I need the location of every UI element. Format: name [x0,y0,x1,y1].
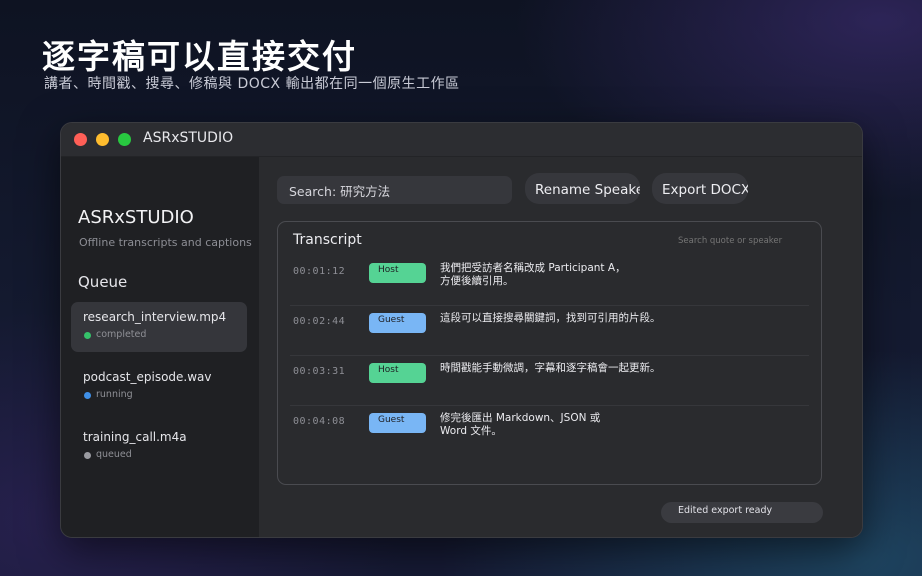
timestamp[interactable]: 00:04:08 [293,416,345,427]
window-title: ASRxSTUDIO [143,130,234,146]
status-dot-icon [84,452,91,459]
queue-item-name: research_interview.mp4 [83,310,227,324]
transcript-search-input[interactable] [678,234,806,248]
timestamp[interactable]: 00:01:12 [293,266,345,277]
queue-heading: Queue [78,273,128,291]
app-window: ASRxSTUDIO ASRxSTUDIO Offline transcript… [60,122,863,538]
status-dot-icon [84,332,91,339]
utterance-text[interactable]: 時間戳能手動微調，字幕和逐字稿會一起更新。 [440,362,680,375]
queue-item-status: queued [96,449,132,460]
queue-item-name: training_call.m4a [83,430,187,444]
hero-title: 逐字稿可以直接交付 [42,37,357,76]
hero-subtitle: 講者、時間戳、搜尋、修稿與 DOCX 輸出都在同一個原生工作區 [44,76,460,92]
utterance-text[interactable]: 修完後匯出 Markdown、JSON 或 Word 文件。 [440,412,620,437]
search-input[interactable] [277,176,512,204]
queue-item-name: podcast_episode.wav [83,370,212,384]
sidebar: ASRxSTUDIO Offline transcripts and capti… [61,157,259,537]
export-docx-button[interactable]: Export DOCX [652,173,748,204]
queue-item-research-interview[interactable]: research_interview.mp4 completed [71,302,247,352]
speaker-badge[interactable]: Host [369,263,426,283]
utterance-text[interactable]: 這段可以直接搜尋關鍵詞，找到可引用的片段。 [440,312,680,325]
transcript-row[interactable]: 00:01:12 Host 我們把受訪者名稱改成 Participant A，方… [278,256,809,306]
brand-subtitle: Offline transcripts and captions [79,236,252,249]
brand-name: ASRxSTUDIO [78,207,194,228]
timestamp[interactable]: 00:02:44 [293,316,345,327]
speaker-badge[interactable]: Guest [369,313,426,333]
minimize-window-button[interactable] [96,133,109,146]
queue-item-podcast-episode[interactable]: podcast_episode.wav running [71,362,247,412]
utterance-text[interactable]: 我們把受訪者名稱改成 Participant A，方便後續引用。 [440,262,630,287]
transcript-row[interactable]: 00:03:31 Host 時間戳能手動微調，字幕和逐字稿會一起更新。 [278,356,809,406]
speaker-badge[interactable]: Host [369,363,426,383]
title-bar: ASRxSTUDIO [61,123,862,157]
status-dot-icon [84,392,91,399]
close-window-button[interactable] [74,133,87,146]
transcript-row[interactable]: 00:04:08 Guest 修完後匯出 Markdown、JSON 或 Wor… [278,406,809,456]
queue-item-training-call[interactable]: training_call.m4a queued [71,422,247,472]
transcript-panel: Transcript 00:01:12 Host 我們把受訪者名稱改成 Part… [277,221,822,485]
queue-item-status: running [96,389,133,400]
transcript-row[interactable]: 00:02:44 Guest 這段可以直接搜尋關鍵詞，找到可引用的片段。 [278,306,809,356]
main-content: Rename Speaker Export DOCX Transcript 00… [259,157,862,537]
queue-item-status: completed [96,329,147,340]
export-status-badge: Edited export ready [661,502,823,523]
rename-speaker-button[interactable]: Rename Speaker [525,173,640,204]
maximize-window-button[interactable] [118,133,131,146]
transcript-title: Transcript [293,232,362,248]
timestamp[interactable]: 00:03:31 [293,366,345,377]
speaker-badge[interactable]: Guest [369,413,426,433]
